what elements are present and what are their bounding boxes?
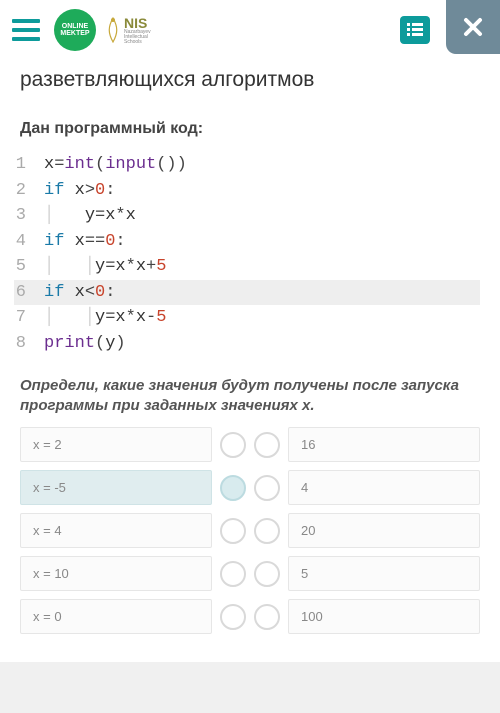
pair-row: x = 2 16 xyxy=(20,427,480,462)
line-number: 1 xyxy=(14,152,44,178)
left-option[interactable]: x = 4 xyxy=(20,513,212,548)
nis-sub-3: Schools xyxy=(124,40,151,45)
line-number: 6 xyxy=(14,280,44,306)
app-header: ONLINE MEKTEP NIS Nazarbayev Intellectua… xyxy=(0,0,500,60)
right-option[interactable]: 20 xyxy=(288,513,480,548)
list-button[interactable] xyxy=(400,16,430,44)
code-line-5: │ │y=x*x+5 xyxy=(44,254,166,280)
line-number: 4 xyxy=(14,229,44,255)
left-option[interactable]: x = 2 xyxy=(20,427,212,462)
logo-text-2: MEKTEP xyxy=(60,30,89,37)
pair-row: x = 4 20 xyxy=(20,513,480,548)
nis-logo: NIS Nazarbayev Intellectual Schools xyxy=(104,16,151,45)
left-option[interactable]: x = 10 xyxy=(20,556,212,591)
code-line-8: print(y) xyxy=(44,331,126,357)
left-radio[interactable] xyxy=(220,432,246,458)
line-number: 5 xyxy=(14,254,44,280)
line-number: 7 xyxy=(14,305,44,331)
right-radio[interactable] xyxy=(254,561,280,587)
page-title: разветвляющихся алгоритмов xyxy=(20,68,480,92)
right-option[interactable]: 100 xyxy=(288,599,480,634)
left-option[interactable]: x = -5 xyxy=(20,470,212,505)
right-option[interactable]: 5 xyxy=(288,556,480,591)
line-number: 2 xyxy=(14,178,44,204)
right-radio[interactable] xyxy=(254,432,280,458)
pair-row: x = 0 100 xyxy=(20,599,480,634)
pair-row: x = -5 4 xyxy=(20,470,480,505)
online-mektep-logo: ONLINE MEKTEP xyxy=(54,9,96,51)
code-line-3: │ y=x*x xyxy=(44,203,136,229)
question-text: Определи, какие значения будут получены … xyxy=(20,376,480,415)
logo-text-1: ONLINE xyxy=(62,23,88,30)
code-line-4: if x==0: xyxy=(44,229,126,255)
right-radio[interactable] xyxy=(254,518,280,544)
code-line-1: x=int(input()) xyxy=(44,152,187,178)
code-line-6: if x<0: xyxy=(44,280,115,306)
pair-row: x = 10 5 xyxy=(20,556,480,591)
right-radio[interactable] xyxy=(254,604,280,630)
code-line-7: │ │y=x*x-5 xyxy=(44,305,166,331)
left-radio[interactable] xyxy=(220,475,246,501)
line-number: 3 xyxy=(14,203,44,229)
menu-icon[interactable] xyxy=(12,19,40,41)
content-card: разветвляющихся алгоритмов Дан программн… xyxy=(0,60,500,662)
code-line-2: if x>0: xyxy=(44,178,115,204)
left-radio[interactable] xyxy=(220,604,246,630)
right-option[interactable]: 16 xyxy=(288,427,480,462)
code-block: 1x=int(input()) 2if x>0: 3│ y=x*x 4if x=… xyxy=(14,152,480,356)
right-radio[interactable] xyxy=(254,475,280,501)
right-option[interactable]: 4 xyxy=(288,470,480,505)
nis-label: NIS xyxy=(124,16,151,30)
left-radio[interactable] xyxy=(220,518,246,544)
matching-area: x = 2 16 x = -5 4 x = 4 20 x = 10 5 x = … xyxy=(20,427,480,634)
close-button[interactable] xyxy=(446,0,500,54)
code-prompt: Дан программный код: xyxy=(20,120,480,138)
line-number: 8 xyxy=(14,331,44,357)
left-option[interactable]: x = 0 xyxy=(20,599,212,634)
left-radio[interactable] xyxy=(220,561,246,587)
